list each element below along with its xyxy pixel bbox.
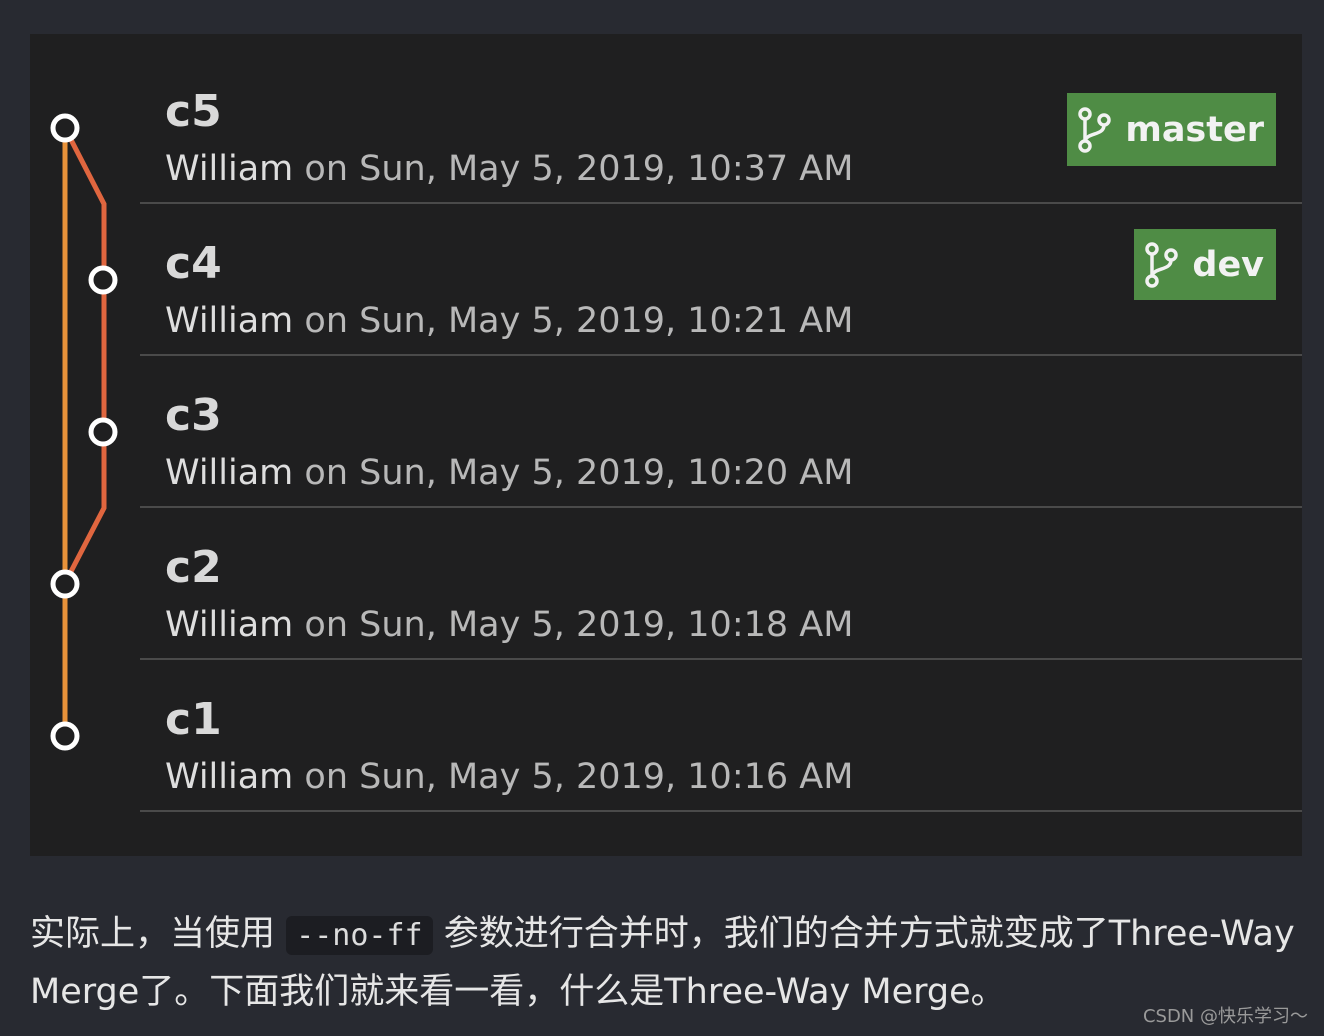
article-paragraph: 实际上，当使用 --no-ff 参数进行合并时，我们的合并方式就变成了Three…	[30, 906, 1300, 1020]
dev-branch-line	[62, 126, 107, 585]
commit-meta: William on Sun, May 5, 2019, 10:20 AM	[165, 456, 853, 491]
commit-meta: William on Sun, May 5, 2019, 10:16 AM	[165, 760, 853, 795]
commit-node-c2[interactable]	[50, 569, 80, 599]
commit-meta: William on Sun, May 5, 2019, 10:37 AM	[165, 152, 853, 187]
commit-author: William	[165, 757, 294, 797]
commit-author: William	[165, 301, 294, 341]
commit-date: on Sun, May 5, 2019, 10:21 AM	[293, 301, 854, 341]
commit-node-c1[interactable]	[50, 721, 80, 751]
commit-title: c2	[165, 542, 222, 593]
commit-node-c3[interactable]	[88, 417, 118, 447]
commit-title: c1	[165, 694, 222, 745]
commit-author: William	[165, 605, 294, 645]
commit-date: on Sun, May 5, 2019, 10:20 AM	[293, 453, 854, 493]
git-branch-icon	[1078, 106, 1112, 153]
commit-meta: William on Sun, May 5, 2019, 10:21 AM	[165, 304, 853, 339]
commit-title: c4	[165, 238, 222, 289]
commit-row-c1[interactable]: c1 William on Sun, May 5, 2019, 10:16 AM	[140, 660, 1302, 812]
commit-history-panel: c5 William on Sun, May 5, 2019, 10:37 AM…	[30, 34, 1302, 856]
commit-author: William	[165, 453, 294, 493]
paragraph-text-start: 实际上，当使用	[30, 914, 287, 954]
git-branch-icon	[1145, 241, 1179, 288]
branch-badge-dev[interactable]: dev	[1134, 229, 1276, 300]
commit-meta: William on Sun, May 5, 2019, 10:18 AM	[165, 608, 853, 643]
commit-date: on Sun, May 5, 2019, 10:18 AM	[293, 605, 854, 645]
commit-node-c5[interactable]	[50, 113, 80, 143]
commit-title: c5	[165, 86, 222, 137]
commit-row-c2[interactable]: c2 William on Sun, May 5, 2019, 10:18 AM	[140, 508, 1302, 660]
commit-graph	[50, 113, 118, 751]
branch-badge-master[interactable]: master	[1067, 93, 1276, 166]
commit-title: c3	[165, 390, 222, 441]
branch-badge-label: master	[1125, 109, 1264, 150]
commit-date: on Sun, May 5, 2019, 10:37 AM	[293, 149, 854, 189]
commit-date: on Sun, May 5, 2019, 10:16 AM	[293, 757, 854, 797]
commit-node-c4[interactable]	[88, 265, 118, 295]
commit-author: William	[165, 149, 294, 189]
commit-row-c3[interactable]: c3 William on Sun, May 5, 2019, 10:20 AM	[140, 356, 1302, 508]
commit-row-c4[interactable]: c4 William on Sun, May 5, 2019, 10:21 AM…	[140, 204, 1302, 356]
watermark: CSDN @快乐学习～	[1142, 1006, 1308, 1027]
commit-row-c5[interactable]: c5 William on Sun, May 5, 2019, 10:37 AM…	[140, 52, 1302, 204]
branch-badge-label: dev	[1192, 244, 1264, 285]
inline-code: --no-ff	[286, 916, 433, 955]
